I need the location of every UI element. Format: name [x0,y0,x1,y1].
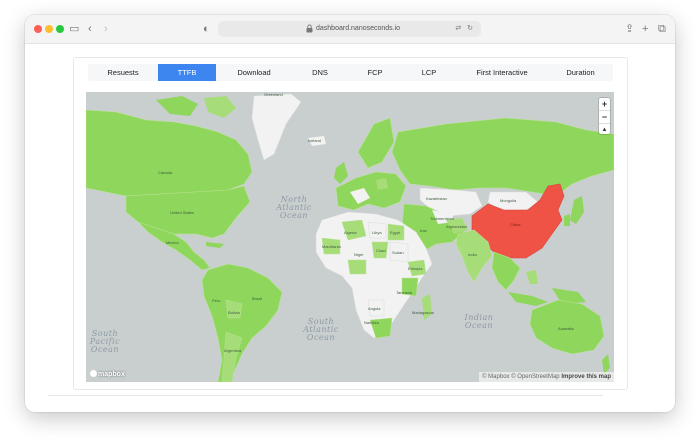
zoom-window-button[interactable] [56,25,64,33]
label-namibia: Namibia [364,320,379,325]
label-argentina: Argentina [224,348,242,353]
zoom-in-button[interactable]: + [599,98,610,110]
world-map[interactable]: North Atlantic Ocean South Atlantic Ocea… [86,92,614,382]
new-tab-icon[interactable]: + [642,21,648,37]
label-mongolia: Mongolia [500,198,517,203]
lock-icon [306,24,313,33]
label-egypt: Egypt [390,230,401,235]
label-afghanistan: Afghanistan [446,224,468,229]
label-canada: Canada [158,170,173,175]
label-greenland: Greenland [264,92,283,97]
region-europe [335,171,407,211]
label-ethiopia: Ethiopia [408,266,423,271]
label-mexico: Mexico [166,240,179,245]
mapbox-logo-icon [90,370,97,377]
country-greenland [251,93,302,161]
back-icon[interactable]: ‹ [88,21,92,37]
tab-fcp[interactable]: FCP [348,64,402,81]
address-bar[interactable]: dashboard.nanoseconds.io ⇄ ↻ [218,21,481,37]
label-niger: Niger [354,252,364,257]
attribution-text[interactable]: © Mapbox © OpenStreetMap [482,374,560,380]
label-sudan: Sudan [392,250,404,255]
label-india: India [468,252,477,257]
tab-ttfb[interactable]: TTFB [158,64,216,81]
label-iran: Iran [420,228,427,233]
compass-icon[interactable]: ▲ [599,123,610,136]
label-libya: Libya [372,230,382,235]
tab-dns[interactable]: DNS [292,64,348,81]
label-turkmenistan: Turkmenistan [430,216,455,221]
close-window-button[interactable] [34,25,42,33]
label-mauritania: Mauritania [322,244,341,249]
title-bar: ▭ ‹ › ◐ dashboard.nanoseconds.io ⇄ ↻ ⇪ +… [25,15,675,44]
country-new-zealand [602,354,610,374]
label-chad: Chad [376,248,386,253]
privacy-shield-icon[interactable]: ◐ [203,21,210,37]
metrics-card: Resuests TTFB Download DNS FCP LCP First… [73,57,628,390]
url-text: dashboard.nanoseconds.io [316,25,401,32]
label-algeria: Algeria [344,230,357,235]
zoom-control: + − ▲ [599,98,610,134]
ocean-label-south-pacific: South Pacific Ocean [89,329,121,354]
browser-window: ▭ ‹ › ◐ dashboard.nanoseconds.io ⇄ ↻ ⇪ +… [25,15,675,412]
share-icon[interactable]: ⇪ [625,21,634,37]
label-tanzania: Tanzania [396,290,413,295]
tab-first-interactive[interactable]: First Interactive [456,64,548,81]
label-peru: Peru [212,298,221,303]
minimize-window-button[interactable] [45,25,53,33]
tab-requests[interactable]: Resuests [88,64,158,81]
label-australia: Australia [558,326,574,331]
label-bolivia: Bolivia [228,310,240,315]
zoom-out-button[interactable]: − [599,110,610,123]
tab-download[interactable]: Download [216,64,292,81]
label-brazil: Brazil [252,296,263,301]
region-scandinavia [357,117,395,169]
country-canada [86,109,253,199]
ocean-label-indian: Indian Ocean [464,313,494,330]
country-madagascar [422,294,432,320]
mapbox-logo[interactable]: mapbox [90,370,125,378]
page-content: Resuests TTFB Download DNS FCP LCP First… [25,44,675,412]
label-iceland: Iceland [308,138,321,143]
tab-lcp[interactable]: LCP [402,64,456,81]
country-japan [570,196,584,224]
label-usa: United States [170,210,195,215]
region-south-america [201,263,283,382]
improve-map-link[interactable]: Improve this map [561,374,611,380]
country-uk [334,162,348,184]
label-china: China [510,222,521,227]
translate-icon[interactable]: ⇄ ↻ [455,23,475,35]
ocean-label-north-atlantic: North Atlantic Ocean [276,195,312,220]
tabs-overview-icon[interactable]: ⧉ [658,21,666,37]
label-kazakhstan: Kazakhstan [426,196,447,201]
label-angola: Angola [368,306,381,311]
country-russia [391,117,614,197]
ocean-label-south-atlantic: South Atlantic Ocean [303,317,339,342]
label-madagascar: Madagascar [412,310,435,315]
sidebar-icon[interactable]: ▭ [69,21,79,37]
metric-tabs: Resuests TTFB Download DNS FCP LCP First… [88,64,613,81]
map-canvas [86,93,614,382]
section-divider [48,395,603,396]
country-nigeria-region [347,259,367,275]
map-attribution: © Mapbox © OpenStreetMap Improve this ma… [479,372,614,382]
forward-icon[interactable]: › [104,21,108,37]
tab-duration[interactable]: Duration [548,64,613,81]
